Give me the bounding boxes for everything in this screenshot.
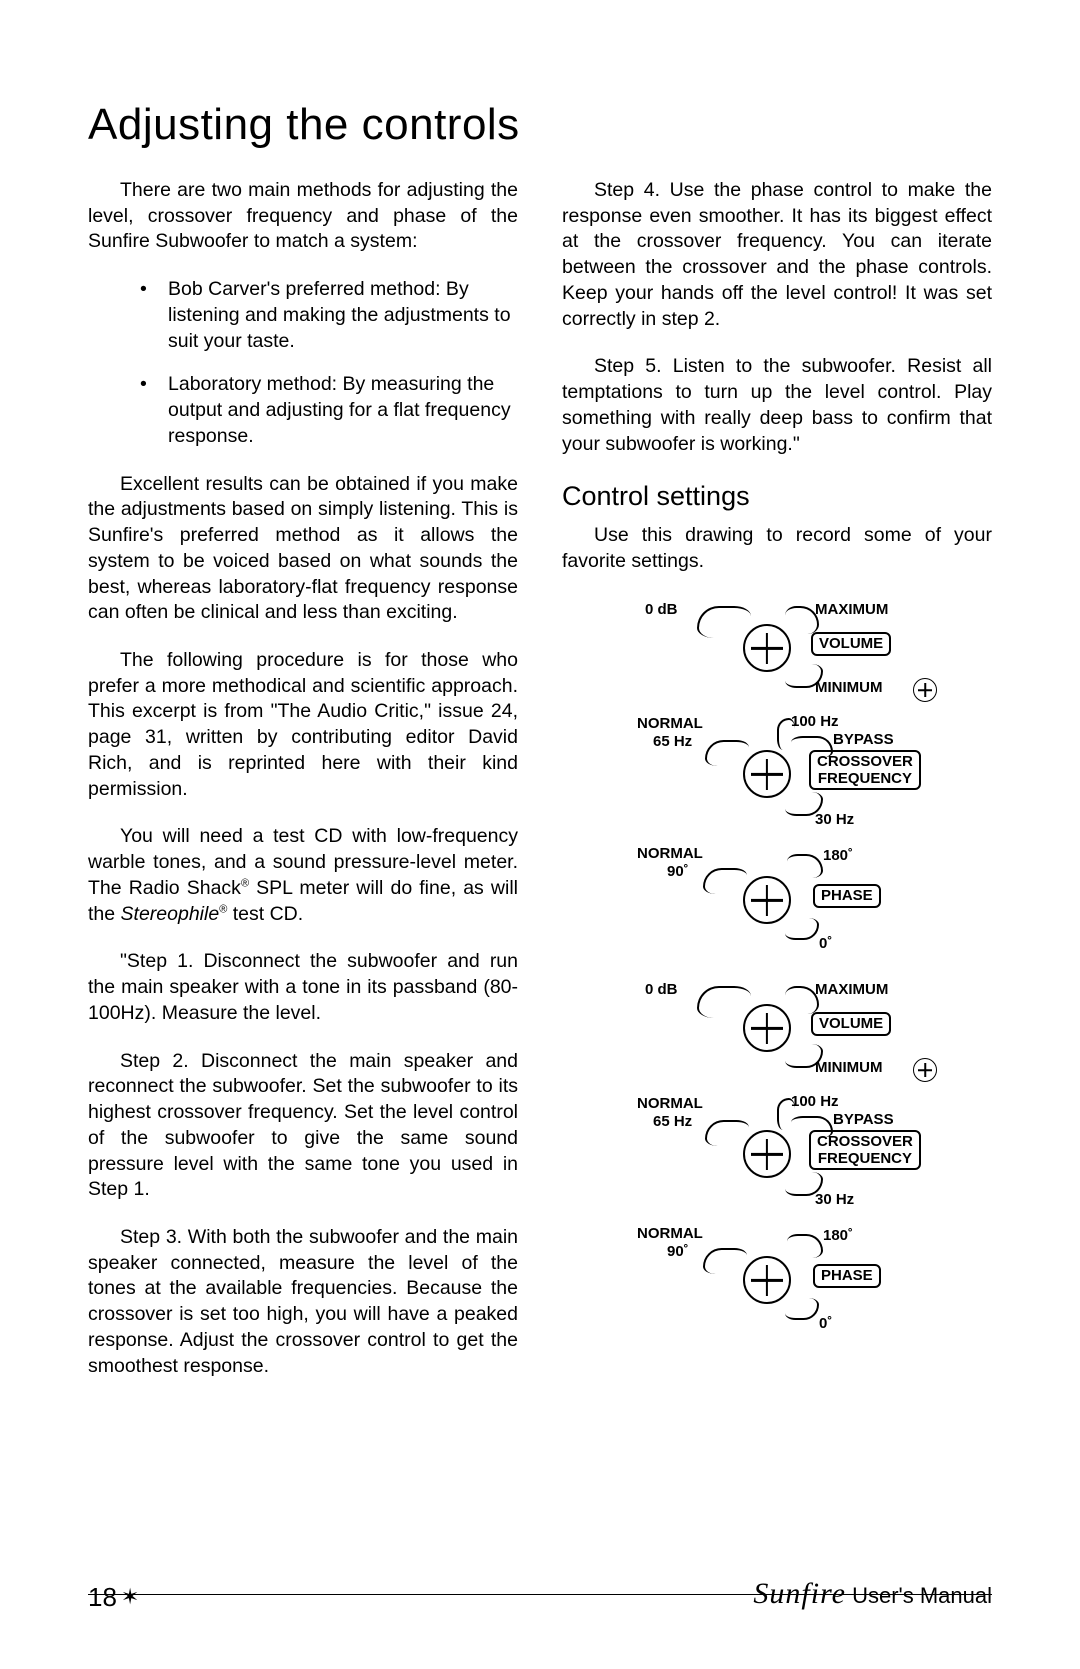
label-crossover: CROSSOVER — [817, 1133, 913, 1150]
lead-line — [705, 1120, 749, 1146]
preferred-method-paragraph: Excellent results can be obtained if you… — [88, 472, 518, 626]
footer-tail: User's Manual — [846, 1583, 992, 1608]
lead-line — [703, 1248, 747, 1274]
label-volume-box: VOLUME — [811, 632, 891, 656]
label-crossover: CROSSOVER — [817, 753, 913, 770]
manual-page: Adjusting the controls There are two mai… — [0, 0, 1080, 1669]
label-phase-box: PHASE — [813, 884, 881, 908]
page-number: 18✶ — [88, 1582, 139, 1613]
crossover-knob-icon — [743, 1130, 791, 1178]
left-column: There are two main methods for adjusting… — [88, 178, 518, 1401]
label-frequency: FREQUENCY — [818, 1150, 912, 1167]
control-set-2: 0 dB MAXIMUM VOLUME MINIMUM NORMAL 65 Hz — [587, 976, 967, 1344]
volume-knob-icon — [743, 624, 791, 672]
label-100hz: 100 Hz — [791, 1092, 839, 1112]
content-columns: There are two main methods for adjusting… — [88, 178, 992, 1401]
step-5: Step 5. Listen to the subwoofer. Resist … — [562, 354, 992, 457]
lead-line — [697, 606, 751, 638]
label-maximum: MAXIMUM — [815, 980, 888, 1000]
label-30hz: 30 Hz — [815, 810, 854, 830]
lead-line — [785, 1298, 819, 1320]
phase-knob-icon — [743, 1256, 791, 1304]
sunfire-logo: Sunfire — [753, 1577, 846, 1610]
label-volume-box: VOLUME — [811, 1012, 891, 1036]
footer-brand: Sunfire User's Manual — [753, 1577, 992, 1611]
label-bypass: BYPASS — [833, 730, 894, 750]
page-number-text: 18 — [88, 1582, 117, 1612]
label-minimum: MINIMUM — [815, 1058, 883, 1078]
lead-line — [787, 854, 823, 878]
label-crossover-box: CROSSOVER FREQUENCY — [809, 750, 921, 790]
step-3: Step 3. With both the subwoofer and the … — [88, 1225, 518, 1379]
star-icon: ✶ — [121, 1586, 139, 1608]
volume-row-1: 0 dB MAXIMUM VOLUME MINIMUM — [587, 596, 967, 712]
label-65hz: 65 Hz — [653, 732, 692, 752]
label-phase-box: PHASE — [813, 1264, 881, 1288]
label-0db: 0 dB — [645, 600, 678, 620]
lead-line — [705, 740, 749, 766]
phase-row-2: NORMAL 90˚ 180˚ PHASE 0˚ — [587, 1224, 967, 1344]
label-crossover-box: CROSSOVER FREQUENCY — [809, 1130, 921, 1170]
label-bypass: BYPASS — [833, 1110, 894, 1130]
method-laboratory: Laboratory method: By measuring the outp… — [140, 372, 518, 449]
controls-diagram: 0 dB MAXIMUM VOLUME MINIMUM NORMAL 65 Hz — [562, 596, 992, 1344]
label-0db: 0 dB — [645, 980, 678, 1000]
label-0deg: 0˚ — [819, 934, 832, 954]
lead-line — [785, 986, 819, 1014]
label-minimum: MINIMUM — [815, 678, 883, 698]
label-normal: NORMAL — [637, 844, 703, 864]
method-listening: Bob Carver's preferred method: By listen… — [140, 277, 518, 354]
registered-mark-1: ® — [241, 877, 249, 889]
label-180: 180˚ — [823, 1226, 853, 1246]
label-normal: NORMAL — [637, 714, 703, 734]
step-4: Step 4. Use the phase control to make th… — [562, 178, 992, 332]
methods-list: Bob Carver's preferred method: By listen… — [88, 277, 518, 449]
label-frequency: FREQUENCY — [818, 770, 912, 787]
page-title: Adjusting the controls — [88, 100, 992, 150]
equipment-paragraph: You will need a test CD with low-frequen… — [88, 824, 518, 927]
aux-knob-icon — [913, 1058, 937, 1082]
audio-critic-paragraph: The following procedure is for those who… — [88, 648, 518, 802]
volume-knob-icon — [743, 1004, 791, 1052]
stereophile-name: Stereophile — [121, 903, 220, 925]
crossover-row-2: NORMAL 65 Hz 100 Hz BYPASS CROSSOVER FRE… — [587, 1092, 967, 1224]
label-100hz: 100 Hz — [791, 712, 839, 732]
aux-knob-icon — [913, 678, 937, 702]
label-65hz: 65 Hz — [653, 1112, 692, 1132]
label-normal: NORMAL — [637, 1224, 703, 1244]
label-180: 180˚ — [823, 846, 853, 866]
lead-line — [787, 1234, 823, 1258]
crossover-knob-icon — [743, 750, 791, 798]
control-settings-intro: Use this drawing to record some of your … — [562, 523, 992, 574]
lead-line — [697, 986, 751, 1018]
label-0deg: 0˚ — [819, 1314, 832, 1334]
control-set-1: 0 dB MAXIMUM VOLUME MINIMUM NORMAL 65 Hz — [587, 596, 967, 964]
lead-line — [785, 918, 819, 940]
right-column: Step 4. Use the phase control to make th… — [562, 178, 992, 1401]
label-30hz: 30 Hz — [815, 1190, 854, 1210]
step-1: "Step 1. Disconnect the subwoofer and ru… — [88, 949, 518, 1026]
phase-knob-icon — [743, 876, 791, 924]
label-90: 90˚ — [667, 862, 689, 882]
lead-line — [703, 868, 747, 894]
intro-paragraph: There are two main methods for adjusting… — [88, 178, 518, 255]
step-2: Step 2. Disconnect the main speaker and … — [88, 1049, 518, 1203]
label-90: 90˚ — [667, 1242, 689, 1262]
equipment-text-3: test CD. — [227, 903, 303, 925]
lead-line — [785, 606, 819, 634]
crossover-row-1: NORMAL 65 Hz 100 Hz BYPASS CROSSOVER FRE… — [587, 712, 967, 844]
phase-row-1: NORMAL 90˚ 180˚ PHASE 0˚ — [587, 844, 967, 964]
volume-row-2: 0 dB MAXIMUM VOLUME MINIMUM — [587, 976, 967, 1092]
control-settings-heading: Control settings — [562, 479, 992, 515]
label-normal: NORMAL — [637, 1094, 703, 1114]
label-maximum: MAXIMUM — [815, 600, 888, 620]
